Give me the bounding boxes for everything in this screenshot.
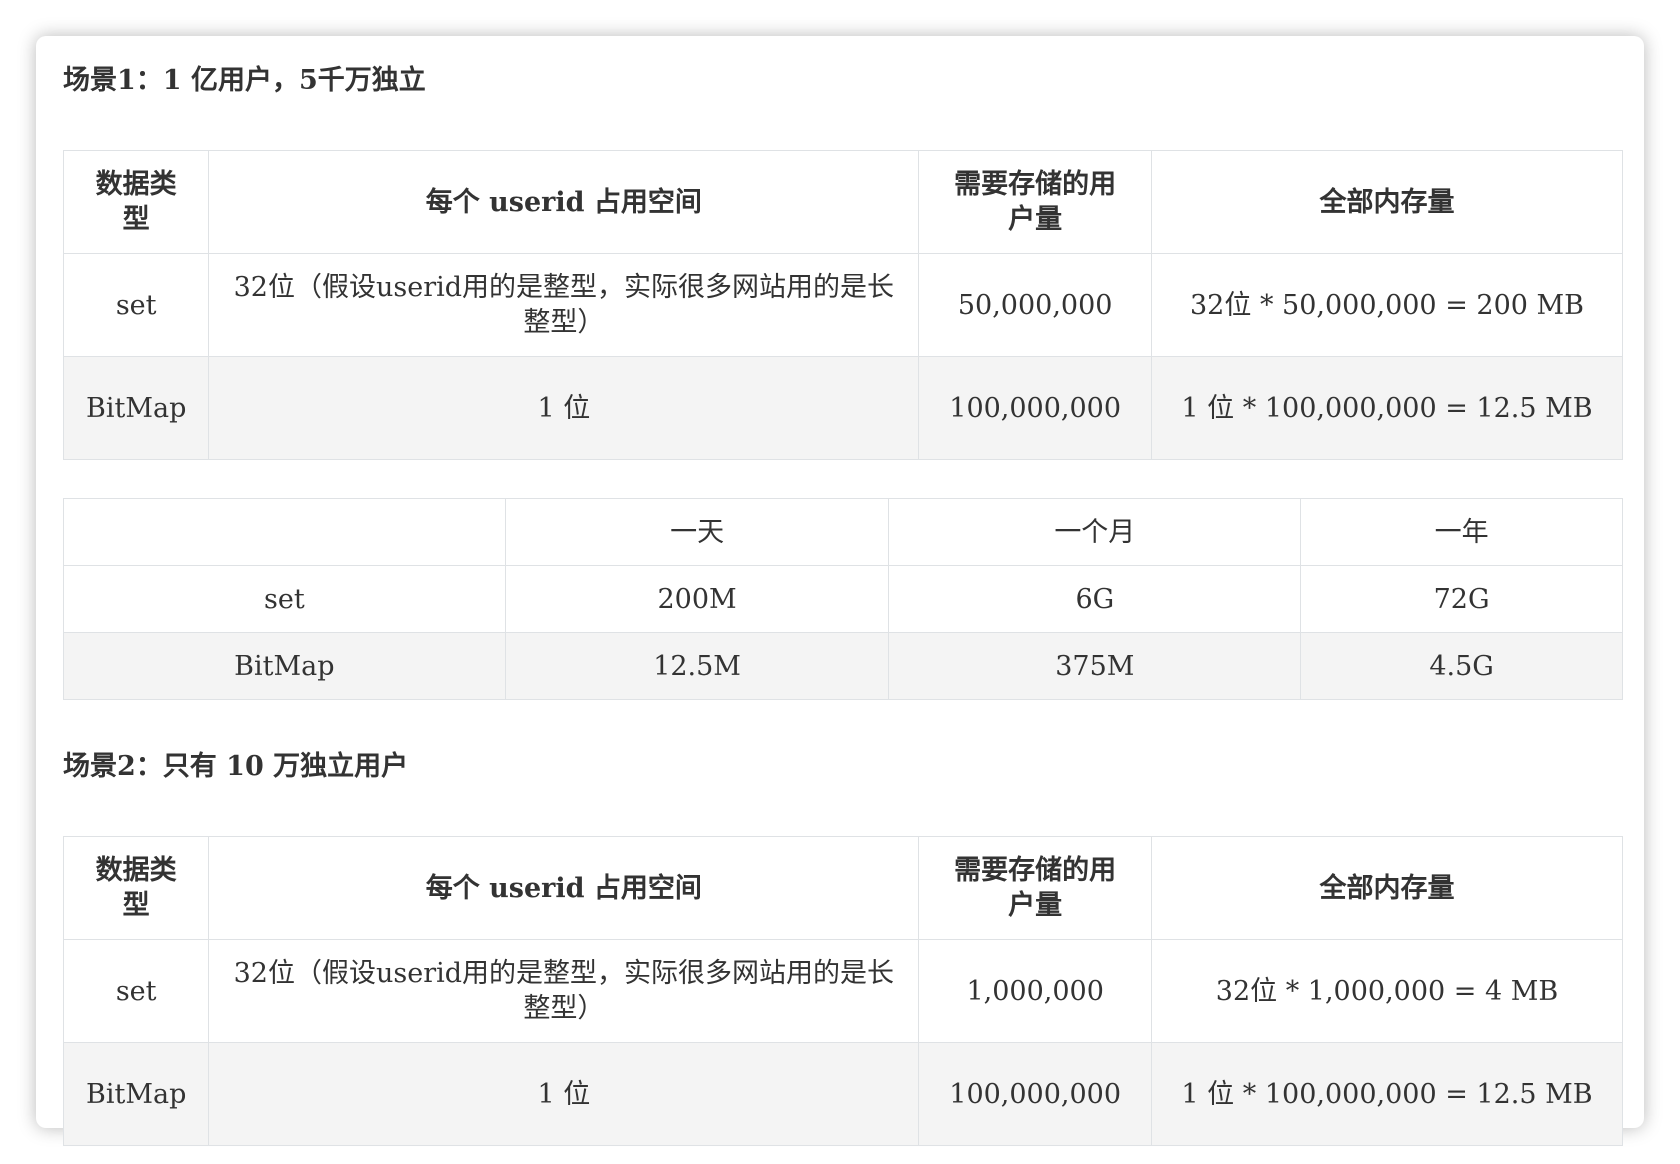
cell-total: 32位 * 50,000,000 = 200 MB [1151, 253, 1623, 357]
cell-type: BitMap [62, 1042, 210, 1146]
header-user-count: 需要存储的用户量 [918, 836, 1153, 940]
header-data-type: 数据类型 [62, 836, 210, 940]
cell-space: 1 位 [208, 1042, 920, 1146]
cell-space: 1 位 [208, 356, 920, 460]
header-userid-space: 每个 userid 占用空间 [208, 836, 920, 940]
cell-count: 1,000,000 [918, 939, 1153, 1043]
content-card: 场景1：1 亿用户，5千万独立 数据类型 每个 userid 占用空间 需要存储… [36, 36, 1644, 1146]
cell-day: 12.5M [504, 632, 890, 700]
cell-year: 72G [1300, 565, 1623, 633]
table-row: BitMap 1 位 100,000,000 1 位 * 100,000,000… [62, 356, 1623, 460]
scene2-memory-table: 数据类型 每个 userid 占用空间 需要存储的用户量 全部内存量 set 3… [62, 836, 1623, 1146]
header-user-count: 需要存储的用户量 [918, 150, 1153, 254]
scene2-heading: 场景2：只有 10 万独立用户 [63, 751, 409, 782]
header-total-memory: 全部内存量 [1151, 150, 1623, 254]
cell-year: 4.5G [1300, 632, 1623, 700]
table-header-row: 一天 一个月 一年 [63, 498, 1623, 566]
cell-count: 50,000,000 [918, 253, 1153, 357]
header-year: 一年 [1300, 498, 1623, 566]
table-row: set 200M 6G 72G [63, 565, 1623, 633]
header-month: 一个月 [888, 498, 1302, 566]
table-row: set 32位（假设userid用的是整型，实际很多网站用的是长整型） 50,0… [62, 253, 1623, 357]
scene1-heading: 场景1：1 亿用户，5千万独立 [63, 65, 426, 96]
scene1-memory-table: 数据类型 每个 userid 占用空间 需要存储的用户量 全部内存量 set 3… [62, 150, 1623, 460]
cell-day: 200M [504, 565, 890, 633]
header-data-type: 数据类型 [62, 150, 210, 254]
cell-month: 375M [888, 632, 1302, 700]
table-header-row: 数据类型 每个 userid 占用空间 需要存储的用户量 全部内存量 [62, 836, 1623, 940]
cell-type: set [63, 565, 506, 633]
header-userid-space: 每个 userid 占用空间 [208, 150, 920, 254]
cell-type: BitMap [63, 632, 506, 700]
header-day: 一天 [504, 498, 890, 566]
cell-type: BitMap [62, 356, 210, 460]
header-total-memory: 全部内存量 [1151, 836, 1623, 940]
table-row: set 32位（假设userid用的是整型，实际很多网站用的是长整型） 1,00… [62, 939, 1623, 1043]
cell-total: 32位 * 1,000,000 = 4 MB [1151, 939, 1623, 1043]
cell-type: set [62, 253, 210, 357]
scene1-period-table: 一天 一个月 一年 set 200M 6G 72G BitMap 12.5M 3… [63, 498, 1623, 700]
cell-count: 100,000,000 [918, 356, 1153, 460]
cell-space: 32位（假设userid用的是整型，实际很多网站用的是长整型） [208, 253, 920, 357]
header-blank [63, 498, 506, 566]
cell-count: 100,000,000 [918, 1042, 1153, 1146]
cell-total: 1 位 * 100,000,000 = 12.5 MB [1151, 1042, 1623, 1146]
table-row: BitMap 12.5M 375M 4.5G [63, 632, 1623, 700]
table-header-row: 数据类型 每个 userid 占用空间 需要存储的用户量 全部内存量 [62, 150, 1623, 254]
cell-month: 6G [888, 565, 1302, 633]
cell-type: set [62, 939, 210, 1043]
cell-total: 1 位 * 100,000,000 = 12.5 MB [1151, 356, 1623, 460]
table-row: BitMap 1 位 100,000,000 1 位 * 100,000,000… [62, 1042, 1623, 1146]
cell-space: 32位（假设userid用的是整型，实际很多网站用的是长整型） [208, 939, 920, 1043]
